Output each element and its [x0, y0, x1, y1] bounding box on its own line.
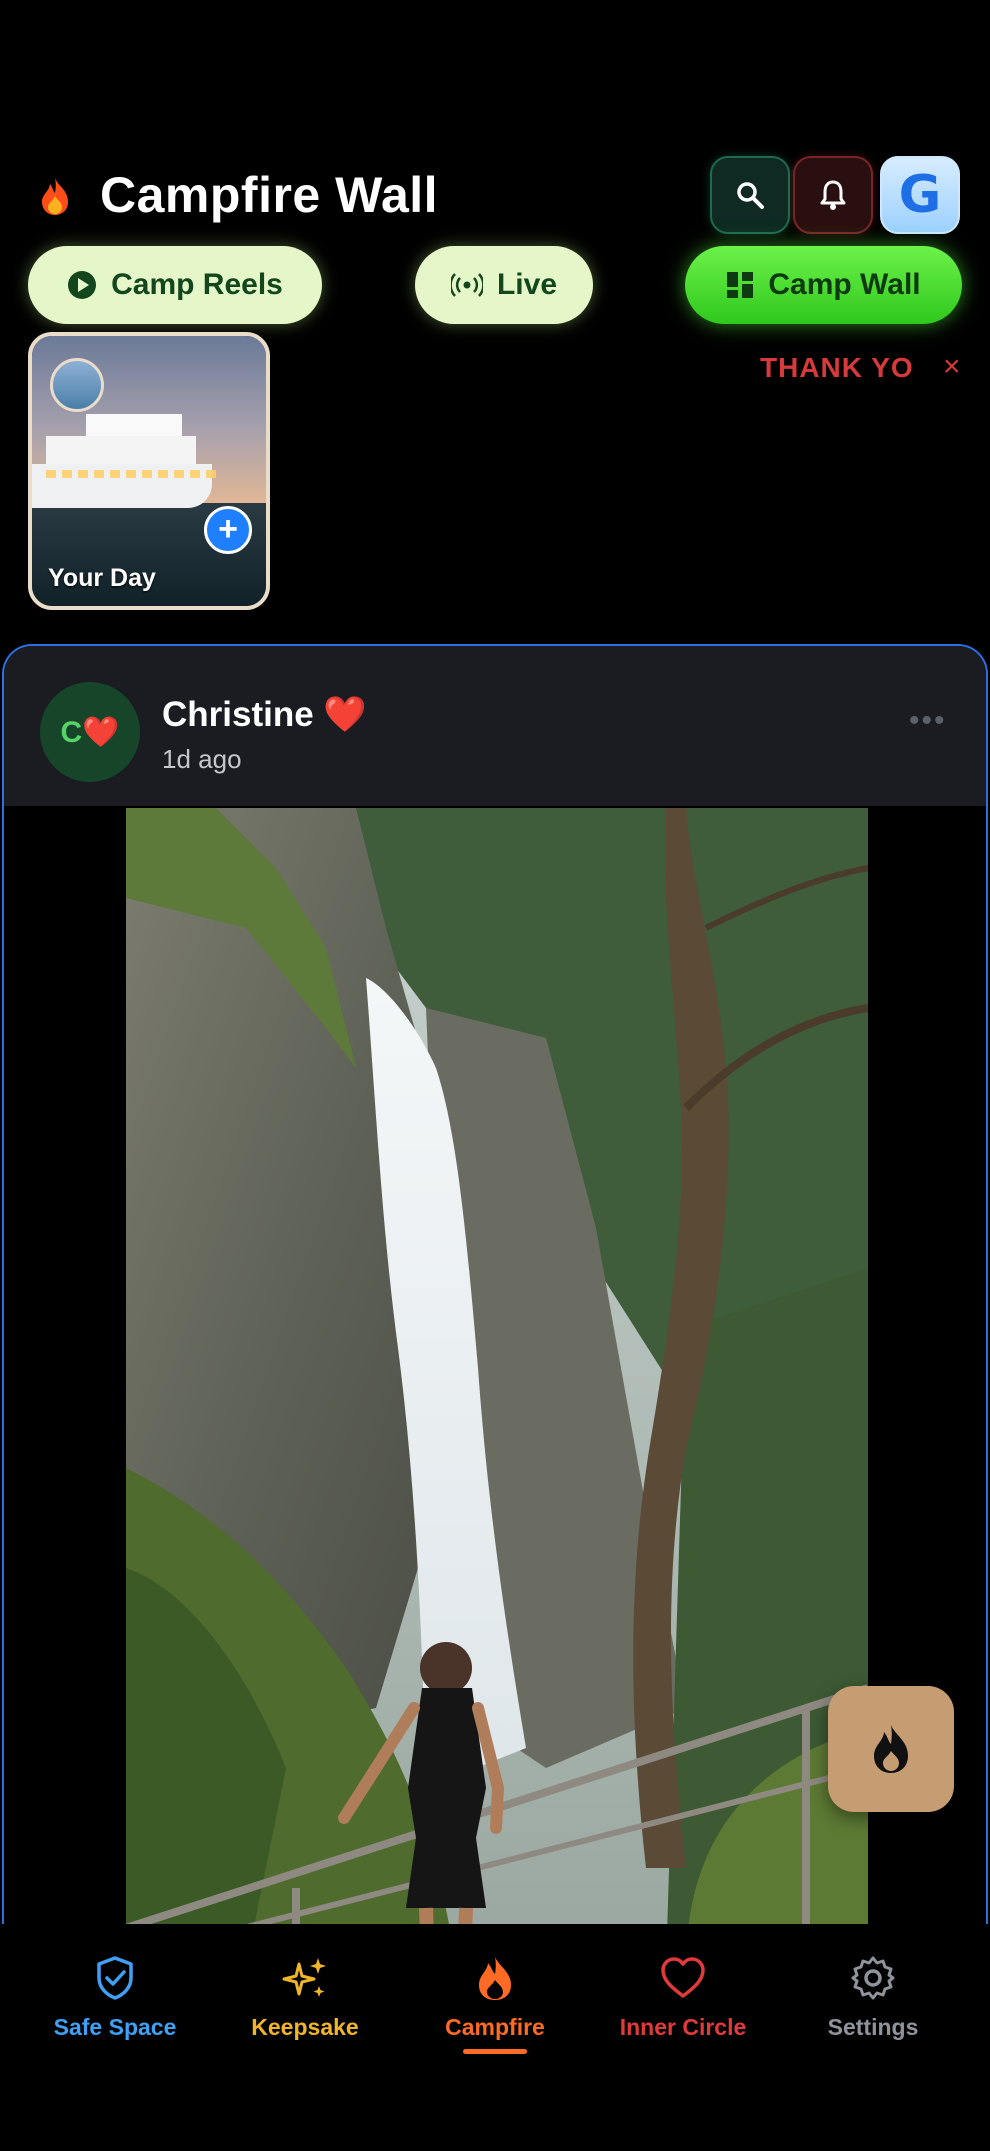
nav-safe-space[interactable]: Safe Space [20, 1954, 210, 2064]
bell-icon [820, 180, 846, 210]
nav-inner-circle[interactable]: Inner Circle [588, 1954, 778, 2064]
gear-icon [851, 1956, 895, 2000]
waterfall-photo [126, 808, 868, 1964]
author-avatar[interactable]: C❤️ [40, 682, 140, 782]
post-header: C❤️ Christine ❤️ 1d ago ••• [4, 646, 986, 806]
notifications-button[interactable] [793, 156, 873, 234]
yacht-lights [46, 470, 216, 478]
tab-camp-wall[interactable]: Camp Wall [685, 246, 962, 324]
shield-check-icon [97, 1956, 133, 2000]
nav-campfire[interactable]: Campfire [400, 1954, 590, 2064]
bottom-navigation: Safe Space Keepsake Campfire Inner Circl… [0, 1924, 990, 2151]
page-title: Campfire Wall [100, 167, 439, 223]
nav-label: Campfire [445, 2014, 545, 2040]
account-button[interactable]: G [880, 156, 960, 234]
your-day-story[interactable]: + Your Day [28, 332, 270, 610]
marquee-banner-text: THANK YO [760, 352, 914, 383]
flame-icon [874, 1725, 908, 1773]
search-icon [737, 182, 764, 209]
tab-live[interactable]: Live [415, 246, 593, 324]
sparkles-icon [282, 1958, 326, 1997]
flame-icon [479, 1957, 511, 2000]
tab-label: Camp Wall [768, 268, 921, 301]
nav-keepsake[interactable]: Keepsake [210, 1954, 400, 2064]
g-logo-icon: G [898, 165, 942, 225]
flame-icon [42, 178, 68, 215]
post-timestamp: 1d ago [162, 744, 242, 774]
app-header: Campfire Wall G [0, 150, 990, 240]
heart-icon [661, 1957, 705, 1998]
add-story-button[interactable]: + [204, 506, 252, 554]
nav-label: Safe Space [53, 2014, 177, 2040]
tab-label: Live [496, 268, 558, 301]
nav-label: Settings [827, 2014, 919, 2040]
more-options-button[interactable]: ••• [909, 704, 947, 738]
banner-close-button[interactable]: × [943, 350, 961, 384]
play-circle-icon [68, 271, 97, 299]
campfire-fab-button[interactable] [828, 1686, 954, 1812]
story-label: Your Day [48, 564, 156, 592]
broadcast-icon [450, 273, 483, 297]
post-photo[interactable] [126, 808, 868, 1964]
nav-label: Inner Circle [619, 2014, 747, 2040]
yacht-image-part [86, 414, 182, 438]
avatar [50, 358, 104, 412]
search-button[interactable] [710, 156, 790, 234]
nav-label: Keepsake [251, 2014, 359, 2040]
author-name[interactable]: Christine ❤️ [162, 694, 367, 735]
tab-camp-reels[interactable]: Camp Reels [28, 246, 322, 324]
dashboard-icon [727, 272, 754, 298]
nav-settings[interactable]: Settings [778, 1954, 968, 2064]
active-indicator [463, 2049, 527, 2054]
yacht-image-part [46, 436, 196, 466]
tab-label: Camp Reels [111, 268, 283, 301]
